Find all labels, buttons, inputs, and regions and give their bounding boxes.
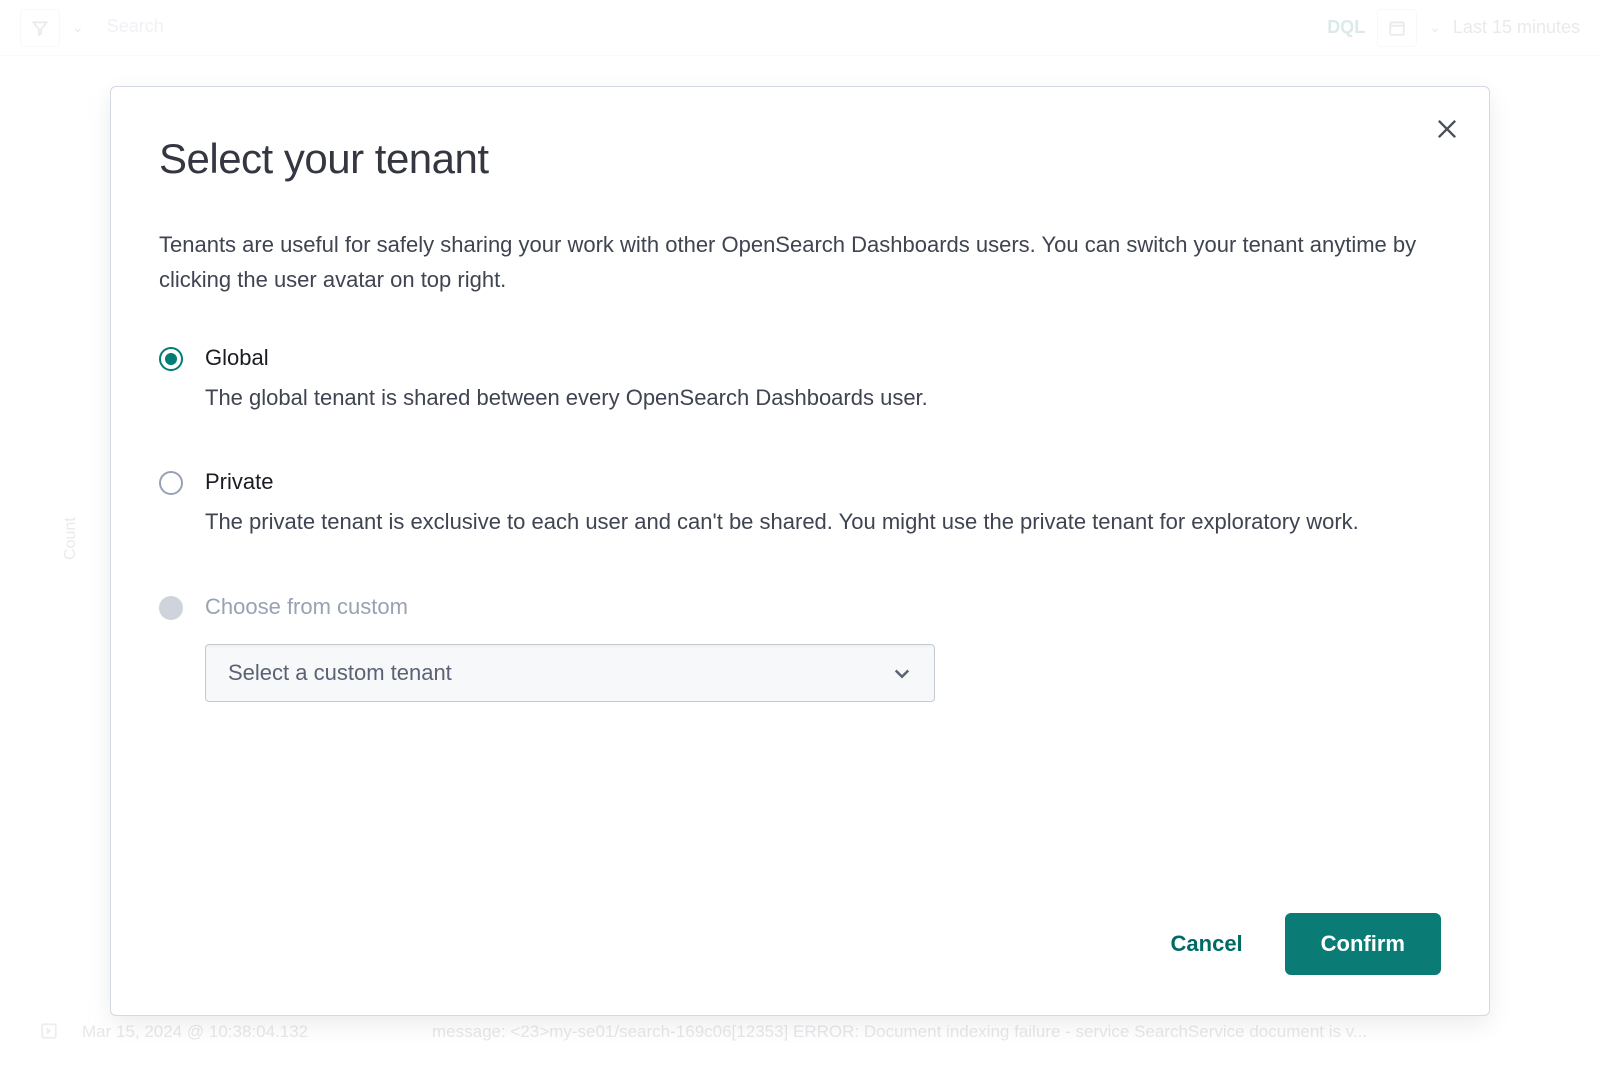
modal-overlay: Select your tenant Tenants are useful fo… [0,0,1600,1092]
custom-tenant-select[interactable]: Select a custom tenant [205,644,935,702]
select-tenant-modal: Select your tenant Tenants are useful fo… [110,86,1490,1016]
tenant-option-custom: Choose from custom Select a custom tenan… [159,594,1441,702]
radio-custom [159,596,183,620]
option-label: Choose from custom [205,594,935,620]
select-placeholder: Select a custom tenant [228,660,452,686]
option-label: Private [205,469,1359,495]
tenant-option-private[interactable]: Private The private tenant is exclusive … [159,469,1441,539]
tenant-options: Global The global tenant is shared betwe… [159,345,1441,701]
close-button[interactable] [1433,115,1461,143]
option-description: The global tenant is shared between ever… [205,381,928,415]
modal-title: Select your tenant [159,135,1441,183]
radio-global[interactable] [159,347,183,371]
cancel-button[interactable]: Cancel [1163,917,1251,971]
close-icon [1433,115,1461,143]
option-description: The private tenant is exclusive to each … [205,505,1359,539]
modal-footer: Cancel Confirm [159,913,1441,975]
chevron-down-icon [892,663,912,683]
tenant-option-global[interactable]: Global The global tenant is shared betwe… [159,345,1441,415]
radio-private[interactable] [159,471,183,495]
option-label: Global [205,345,928,371]
confirm-button[interactable]: Confirm [1285,913,1441,975]
modal-description: Tenants are useful for safely sharing yo… [159,227,1419,297]
